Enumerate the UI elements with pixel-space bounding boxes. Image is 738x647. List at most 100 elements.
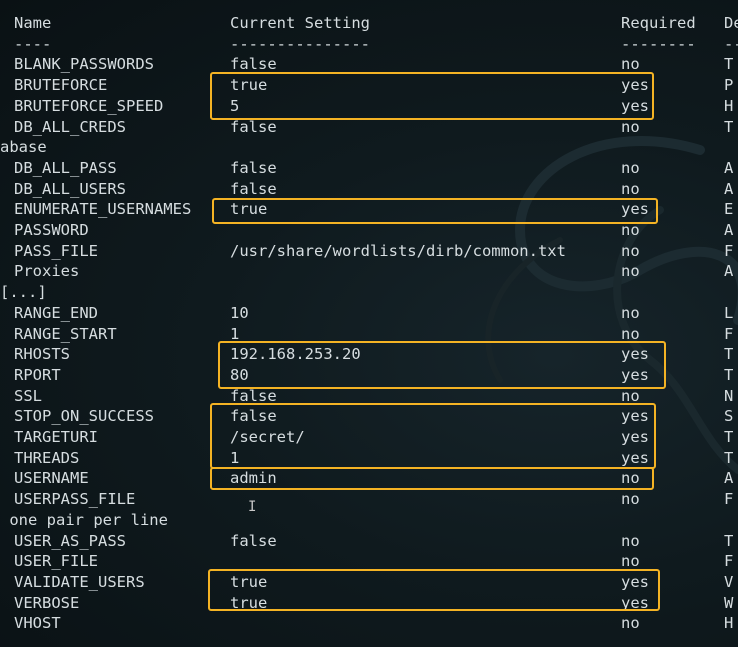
option-description: T	[724, 345, 734, 364]
option-description: S	[724, 407, 734, 426]
option-setting: false	[230, 158, 277, 177]
table-row: RANGE_END 10 no L	[0, 303, 738, 324]
option-required: no	[621, 55, 640, 74]
option-description: F	[724, 552, 734, 571]
option-required: no	[621, 117, 640, 136]
option-name: STOP_ON_SUCCESS	[14, 407, 154, 426]
option-description: T	[724, 55, 734, 74]
option-required: no	[621, 158, 640, 177]
table-row: USER_FILE no F	[0, 551, 738, 572]
wrapped-text: abase	[0, 138, 47, 157]
option-required: no	[621, 552, 640, 571]
table-header-underline: -----------------------------	[0, 34, 738, 55]
option-description: A	[724, 158, 734, 177]
column-header-description: De	[724, 14, 738, 32]
option-name: THREADS	[14, 448, 80, 467]
underline-required: --------	[621, 34, 696, 53]
option-description: T	[724, 365, 734, 384]
wrapped-text: [...]	[0, 283, 47, 302]
table-row: BLANK_PASSWORDS false no T	[0, 54, 738, 75]
underline-description: --	[724, 34, 738, 53]
table-row: USERNAME admin no A	[0, 468, 738, 489]
option-required: yes	[621, 593, 649, 612]
table-row: RHOSTS 192.168.253.20 yes T	[0, 344, 738, 365]
option-name: DB_ALL_PASS	[14, 158, 117, 177]
wrapped-description-line: abase	[0, 137, 738, 158]
option-required: yes	[621, 76, 649, 95]
option-setting: 1	[230, 324, 240, 343]
table-row: DB_ALL_PASS false no A	[0, 158, 738, 179]
option-name: RPORT	[14, 365, 61, 384]
option-name: RANGE_START	[14, 324, 117, 343]
option-description: T	[724, 531, 734, 550]
option-description: L	[724, 303, 734, 322]
option-required: no	[621, 531, 640, 550]
option-description: A	[724, 179, 734, 198]
table-row: BRUTEFORCE_SPEED 5 yes H	[0, 96, 738, 117]
option-setting: true	[230, 572, 268, 591]
table-row: RPORT 80 yes T	[0, 365, 738, 386]
option-description: A	[724, 221, 734, 239]
option-name: USER_AS_PASS	[14, 531, 126, 550]
option-setting: false	[230, 179, 277, 198]
option-name: VERBOSE	[14, 593, 80, 612]
option-name: BRUTEFORCE_SPEED	[14, 96, 164, 115]
table-row: PASSWORD no A	[0, 220, 738, 241]
option-name: RHOSTS	[14, 345, 70, 364]
option-description: H	[724, 96, 734, 115]
table-row: VERBOSE true yes W	[0, 593, 738, 614]
option-required: no	[621, 179, 640, 198]
table-row: Proxies no A	[0, 261, 738, 282]
option-required: yes	[621, 365, 649, 384]
option-setting: false	[230, 386, 277, 405]
column-header-name: Name	[14, 14, 52, 32]
option-required: no	[621, 386, 640, 405]
option-setting: 1	[230, 448, 240, 467]
table-row: USER_AS_PASS false no T	[0, 531, 738, 552]
option-name: DB_ALL_CREDS	[14, 117, 126, 136]
option-setting: /usr/share/wordlists/dirb/common.txt	[230, 241, 566, 260]
option-name: USER_FILE	[14, 552, 98, 571]
option-description: W	[724, 593, 734, 612]
table-row: STOP_ON_SUCCESS false yes S	[0, 406, 738, 427]
option-setting: false	[230, 407, 277, 426]
underline-name: ----	[14, 34, 52, 53]
option-description: E	[724, 200, 734, 219]
option-description: F	[724, 490, 734, 509]
column-header-required: Required	[621, 14, 696, 32]
option-setting: true	[230, 593, 268, 612]
terminal-window[interactable]: NameCurrent SettingRequiredDe-----------…	[0, 0, 738, 647]
option-setting: false	[230, 55, 277, 74]
wrapped-description-line: one pair per line	[0, 510, 738, 531]
option-description: F	[724, 324, 734, 343]
option-name: SSL	[14, 386, 42, 405]
table-row: DB_ALL_CREDS false no T	[0, 117, 738, 138]
table-row: TARGETURI/secret/yes T	[0, 427, 738, 448]
option-setting: /secret/	[230, 428, 305, 446]
option-description: A	[724, 469, 734, 488]
option-required: yes	[621, 200, 649, 219]
underline-setting: ---------------	[230, 34, 370, 53]
table-row: THREADS 1 yes T	[0, 448, 738, 469]
table-row: PASS_FILE/usr/share/wordlists/dirb/commo…	[0, 241, 738, 262]
option-description: T	[724, 448, 734, 467]
option-required: yes	[621, 345, 649, 364]
option-setting: 80	[230, 365, 249, 384]
option-name: BRUTEFORCE	[14, 76, 108, 95]
option-setting: false	[230, 531, 277, 550]
table-row: BRUTEFORCE true yes P	[0, 75, 738, 96]
option-description: H	[724, 614, 734, 633]
option-setting: true	[230, 76, 268, 95]
option-name: VHOST	[14, 614, 61, 633]
option-required: no	[621, 324, 640, 343]
option-required: no	[621, 469, 640, 488]
table-row: RANGE_START 1 no F	[0, 324, 738, 345]
text-cursor-icon: I	[248, 499, 257, 515]
option-description: F	[724, 241, 734, 260]
table-row: USERPASS_FILE no F	[0, 489, 738, 510]
table-row: ENUMERATE_USERNAMES true yes E	[0, 199, 738, 220]
option-required: yes	[621, 428, 649, 446]
option-required: no	[621, 614, 640, 633]
option-required: no	[621, 262, 640, 281]
option-description: A	[724, 262, 734, 281]
